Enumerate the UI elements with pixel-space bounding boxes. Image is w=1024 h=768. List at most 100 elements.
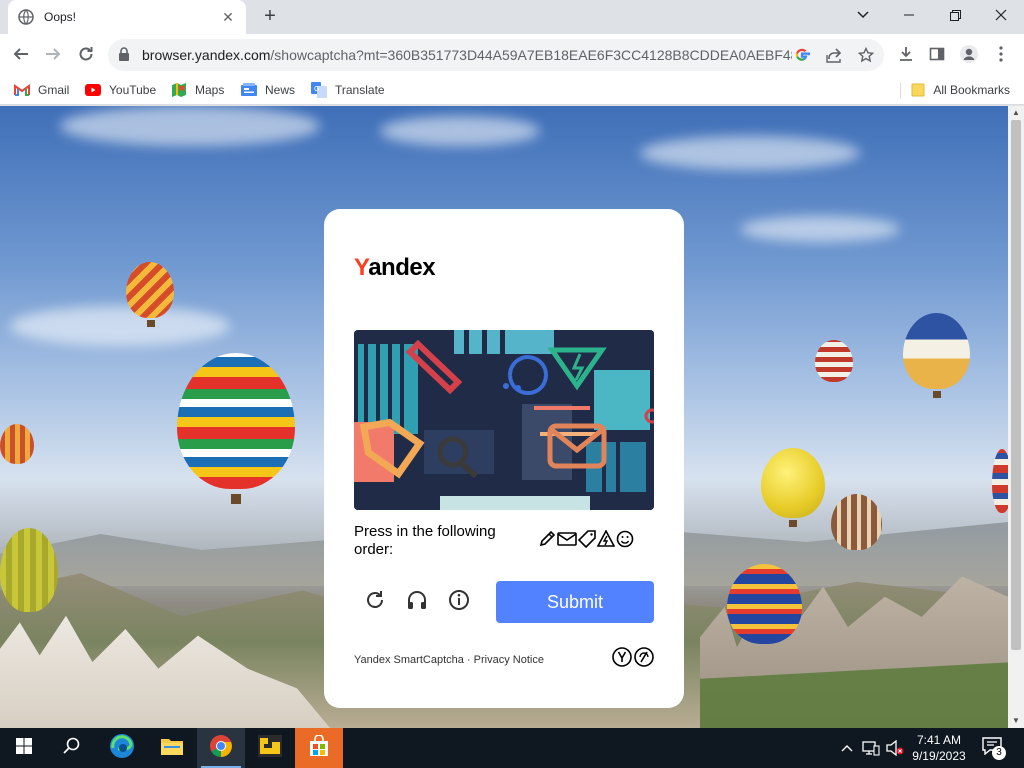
all-bookmarks-folder[interactable]: All Bookmarks bbox=[911, 81, 1010, 99]
taskbar-clock[interactable]: 7:41 AM 9/19/2023 bbox=[906, 732, 972, 764]
svg-text:G: G bbox=[314, 86, 319, 93]
taskbar-edge[interactable] bbox=[98, 728, 146, 768]
all-bookmarks-label: All Bookmarks bbox=[933, 83, 1010, 97]
bookmark-label: Maps bbox=[195, 83, 225, 97]
taskbar-app-yellow[interactable] bbox=[246, 728, 294, 768]
notification-count: 3 bbox=[992, 746, 1006, 760]
tab-title: Oops! bbox=[44, 10, 77, 24]
balloon-yellow-left bbox=[0, 528, 58, 612]
back-button[interactable] bbox=[6, 39, 36, 69]
bookmark-youtube[interactable]: YouTube bbox=[85, 81, 156, 99]
bookmark-gmail[interactable]: Gmail bbox=[14, 81, 69, 99]
bookmark-label: Gmail bbox=[38, 83, 70, 97]
network-icon[interactable] bbox=[860, 728, 882, 768]
captcha-order-icons bbox=[538, 528, 634, 553]
bookmark-star-icon[interactable] bbox=[856, 45, 876, 65]
smartcaptcha-logo-icon bbox=[634, 647, 654, 669]
bookmark-translate[interactable]: G Translate bbox=[311, 81, 385, 99]
maps-icon bbox=[171, 82, 187, 98]
page-scrollbar[interactable]: ▲ ▼ bbox=[1008, 106, 1024, 728]
new-tab-button[interactable]: + bbox=[258, 6, 282, 28]
scroll-up-arrow-icon[interactable]: ▲ bbox=[1008, 106, 1024, 120]
refresh-captcha-button[interactable] bbox=[362, 589, 388, 615]
taskbar-file-explorer[interactable] bbox=[148, 728, 196, 768]
submit-button[interactable]: Submit bbox=[496, 581, 654, 623]
store-icon bbox=[308, 733, 330, 762]
footer-logos bbox=[612, 647, 656, 669]
url-text[interactable]: browser.yandex.com/showcaptcha?mt=360B35… bbox=[142, 47, 792, 63]
restore-button[interactable] bbox=[932, 0, 978, 30]
volume-muted-icon[interactable] bbox=[884, 728, 906, 768]
close-window-button[interactable] bbox=[978, 0, 1024, 30]
notification-icon: 3 bbox=[982, 737, 1006, 760]
balloon-red bbox=[126, 262, 174, 318]
balloon-patterned bbox=[177, 353, 295, 489]
scroll-down-arrow-icon[interactable]: ▼ bbox=[1008, 714, 1024, 728]
app-yellow-icon bbox=[257, 734, 283, 763]
taskbar-store[interactable] bbox=[295, 728, 343, 768]
start-button[interactable] bbox=[0, 728, 48, 768]
edge-icon bbox=[109, 733, 135, 764]
share-icon[interactable] bbox=[824, 45, 844, 65]
taskbar-search-button[interactable] bbox=[48, 728, 96, 768]
balloon-yellow bbox=[761, 448, 825, 518]
windows-logo-icon bbox=[16, 737, 32, 759]
clock-date: 9/19/2023 bbox=[912, 749, 966, 763]
audio-captcha-button[interactable] bbox=[404, 589, 430, 615]
bookmark-label: YouTube bbox=[109, 83, 157, 97]
tab-close-icon[interactable]: ✕ bbox=[220, 9, 236, 25]
translate-icon: G bbox=[311, 82, 327, 98]
side-panel-icon[interactable] bbox=[922, 39, 952, 69]
bookmarks-bar: Gmail YouTube Maps News G Translate All … bbox=[0, 76, 1024, 105]
balloon-brown bbox=[831, 494, 882, 550]
google-lens-icon[interactable] bbox=[792, 45, 812, 65]
smiley-icon bbox=[616, 530, 634, 553]
headphones-icon bbox=[406, 589, 428, 616]
captcha-instruction: Press in the following order: bbox=[354, 523, 496, 558]
tag-icon bbox=[577, 529, 596, 553]
captcha-footer: Yandex SmartCaptcha · Privacy Notice bbox=[354, 654, 544, 666]
download-icon[interactable] bbox=[891, 39, 921, 69]
envelope-icon bbox=[557, 531, 577, 552]
captcha-image[interactable] bbox=[354, 330, 654, 510]
info-button[interactable] bbox=[446, 589, 472, 615]
tab-search-chevron-icon[interactable] bbox=[840, 0, 886, 30]
smartcaptcha-link[interactable]: Yandex SmartCaptcha bbox=[354, 654, 464, 666]
balloon-blue-white bbox=[903, 313, 970, 389]
minimize-button[interactable] bbox=[886, 0, 932, 30]
more-menu-icon[interactable] bbox=[986, 39, 1016, 69]
news-icon bbox=[241, 82, 257, 98]
browser-toolbar: browser.yandex.com/showcaptcha?mt=360B35… bbox=[0, 34, 1024, 76]
address-bar[interactable]: browser.yandex.com/showcaptcha?mt=360B35… bbox=[108, 39, 884, 71]
yandex-logo: Yandex bbox=[354, 254, 436, 281]
scrollbar-thumb[interactable] bbox=[1011, 120, 1021, 650]
privacy-notice-link[interactable]: Privacy Notice bbox=[474, 654, 544, 666]
folder-icon bbox=[160, 736, 184, 761]
yandex-y-logo-icon bbox=[612, 647, 632, 669]
tray-overflow-chevron-icon[interactable] bbox=[838, 728, 856, 768]
tab-oops[interactable]: Oops! ✕ bbox=[8, 0, 246, 34]
balloon-right-edge bbox=[992, 449, 1008, 513]
windows-taskbar: 7:41 AM 9/19/2023 3 bbox=[0, 728, 1024, 768]
lightning-shield-icon bbox=[596, 528, 616, 553]
balloon-striped-right bbox=[815, 340, 853, 382]
taskbar-chrome[interactable] bbox=[197, 728, 245, 768]
bookmark-label: News bbox=[265, 83, 296, 97]
tab-strip: Oops! ✕ + bbox=[0, 0, 1024, 34]
forward-button[interactable] bbox=[38, 39, 68, 69]
bookmark-maps[interactable]: Maps bbox=[171, 81, 224, 99]
balloon-left-small bbox=[0, 424, 34, 464]
balloon-blue-red bbox=[727, 564, 802, 644]
lock-icon[interactable] bbox=[118, 47, 132, 63]
clock-time: 7:41 AM bbox=[916, 733, 962, 747]
youtube-icon bbox=[85, 82, 101, 98]
reload-button[interactable] bbox=[71, 39, 101, 69]
bookmark-news[interactable]: News bbox=[241, 81, 295, 99]
notification-center-button[interactable]: 3 bbox=[978, 728, 1008, 768]
search-icon bbox=[63, 737, 81, 760]
chrome-icon bbox=[209, 734, 233, 763]
pencil-icon bbox=[538, 530, 556, 553]
profile-avatar-icon[interactable] bbox=[954, 39, 984, 69]
info-icon bbox=[448, 589, 470, 616]
gmail-icon bbox=[14, 82, 30, 98]
